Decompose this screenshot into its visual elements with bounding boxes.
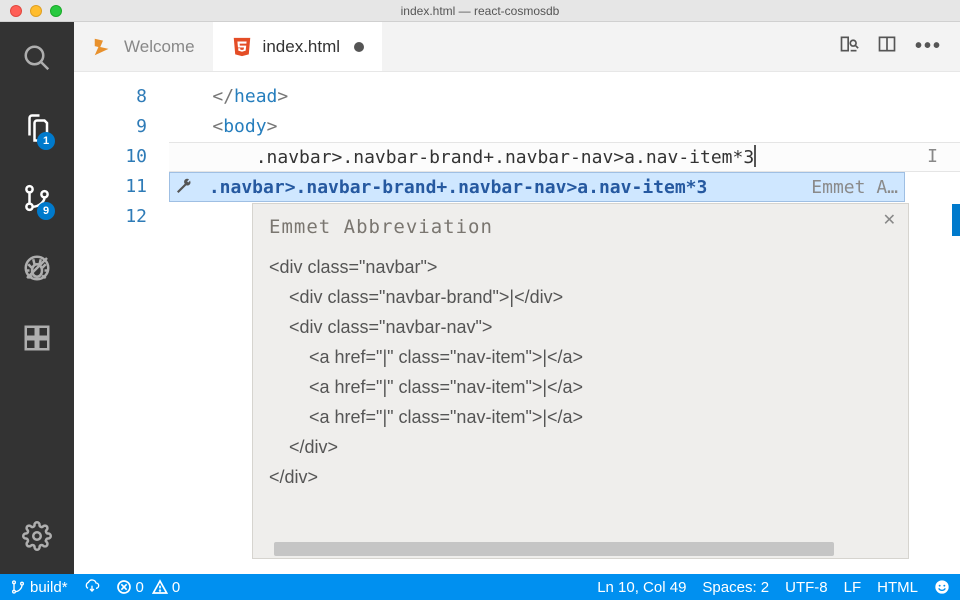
split-editor-icon[interactable]: [877, 34, 897, 59]
status-eol[interactable]: LF: [844, 579, 862, 596]
line-number-gutter: 8 9 10 11 12: [74, 72, 169, 574]
git-badge: 9: [37, 202, 55, 220]
dirty-indicator-icon: [354, 42, 364, 52]
editor-area: Welcome index.html: [74, 22, 960, 574]
activity-source-control[interactable]: 9: [13, 174, 61, 222]
wrench-icon: [174, 178, 192, 196]
text-cursor-icon: I: [927, 146, 938, 167]
code-line-current[interactable]: .navbar>.navbar-brand+.navbar-nav>a.nav-…: [169, 142, 960, 172]
status-indent[interactable]: Spaces: 2: [702, 579, 769, 596]
traffic-light-minimize[interactable]: [30, 5, 42, 17]
code-line[interactable]: <body>: [169, 112, 960, 142]
preview-heading: Emmet Abbreviation: [269, 216, 892, 238]
code-editor[interactable]: 8 9 10 11 12 </head> <body> .navbar>.nav…: [74, 72, 960, 574]
error-icon: [116, 579, 132, 595]
tab-index-html[interactable]: index.html: [213, 22, 382, 71]
suggestion-source: Emmet A…: [811, 177, 904, 198]
quick-open-icon[interactable]: [839, 34, 859, 59]
activity-extensions[interactable]: [13, 314, 61, 362]
explorer-badge: 1: [37, 132, 55, 150]
line-num: 12: [74, 202, 169, 232]
scrollbar-thumb[interactable]: [274, 542, 834, 556]
more-actions-icon[interactable]: •••: [915, 35, 942, 58]
overview-ruler-marker: [952, 204, 960, 236]
line-num: 10: [74, 142, 169, 172]
tab-welcome-label: Welcome: [124, 37, 195, 57]
preview-body: <div class="navbar"> <div class="navbar-…: [269, 252, 892, 492]
cloud-sync-icon: [84, 579, 100, 595]
line-num: 8: [74, 82, 169, 112]
activity-search[interactable]: [13, 34, 61, 82]
activity-settings[interactable]: [13, 512, 61, 560]
horizontal-scrollbar[interactable]: [274, 542, 905, 558]
activity-explorer[interactable]: 1: [13, 104, 61, 152]
status-bar: build* 0 0 Ln 10, Col 49 Spaces: 2 UTF-8…: [0, 574, 960, 600]
window-titlebar: index.html — react-cosmosdb: [0, 0, 960, 22]
tab-bar: Welcome index.html: [74, 22, 960, 72]
code-line[interactable]: </head>: [169, 82, 960, 112]
status-ln-col[interactable]: Ln 10, Col 49: [597, 579, 686, 596]
close-icon[interactable]: ✕: [883, 210, 896, 230]
emmet-suggestion[interactable]: .navbar>.navbar-brand+.navbar-nav>a.nav-…: [169, 172, 905, 202]
window-title: index.html — react-cosmosdb: [0, 4, 960, 18]
activity-debug[interactable]: [13, 244, 61, 292]
git-branch-icon: [10, 579, 26, 595]
warning-icon: [152, 579, 168, 595]
emmet-preview-box: ✕ Emmet Abbreviation <div class="navbar"…: [252, 203, 909, 559]
activity-bar: 1 9: [0, 22, 74, 574]
line-num: 11: [74, 172, 169, 202]
tab-file-label: index.html: [263, 37, 340, 57]
status-feedback[interactable]: [934, 579, 950, 595]
suggestion-text: .navbar>.navbar-brand+.navbar-nav>a.nav-…: [198, 177, 707, 198]
smiley-icon: [934, 579, 950, 595]
status-encoding[interactable]: UTF-8: [785, 579, 828, 596]
status-sync[interactable]: [84, 579, 100, 595]
traffic-light-close[interactable]: [10, 5, 22, 17]
traffic-light-zoom[interactable]: [50, 5, 62, 17]
tab-welcome[interactable]: Welcome: [74, 22, 213, 71]
status-branch[interactable]: build*: [10, 579, 68, 596]
html5-icon: [231, 36, 253, 58]
line-num: 9: [74, 112, 169, 142]
status-language[interactable]: HTML: [877, 579, 918, 596]
status-problems[interactable]: 0 0: [116, 579, 181, 596]
